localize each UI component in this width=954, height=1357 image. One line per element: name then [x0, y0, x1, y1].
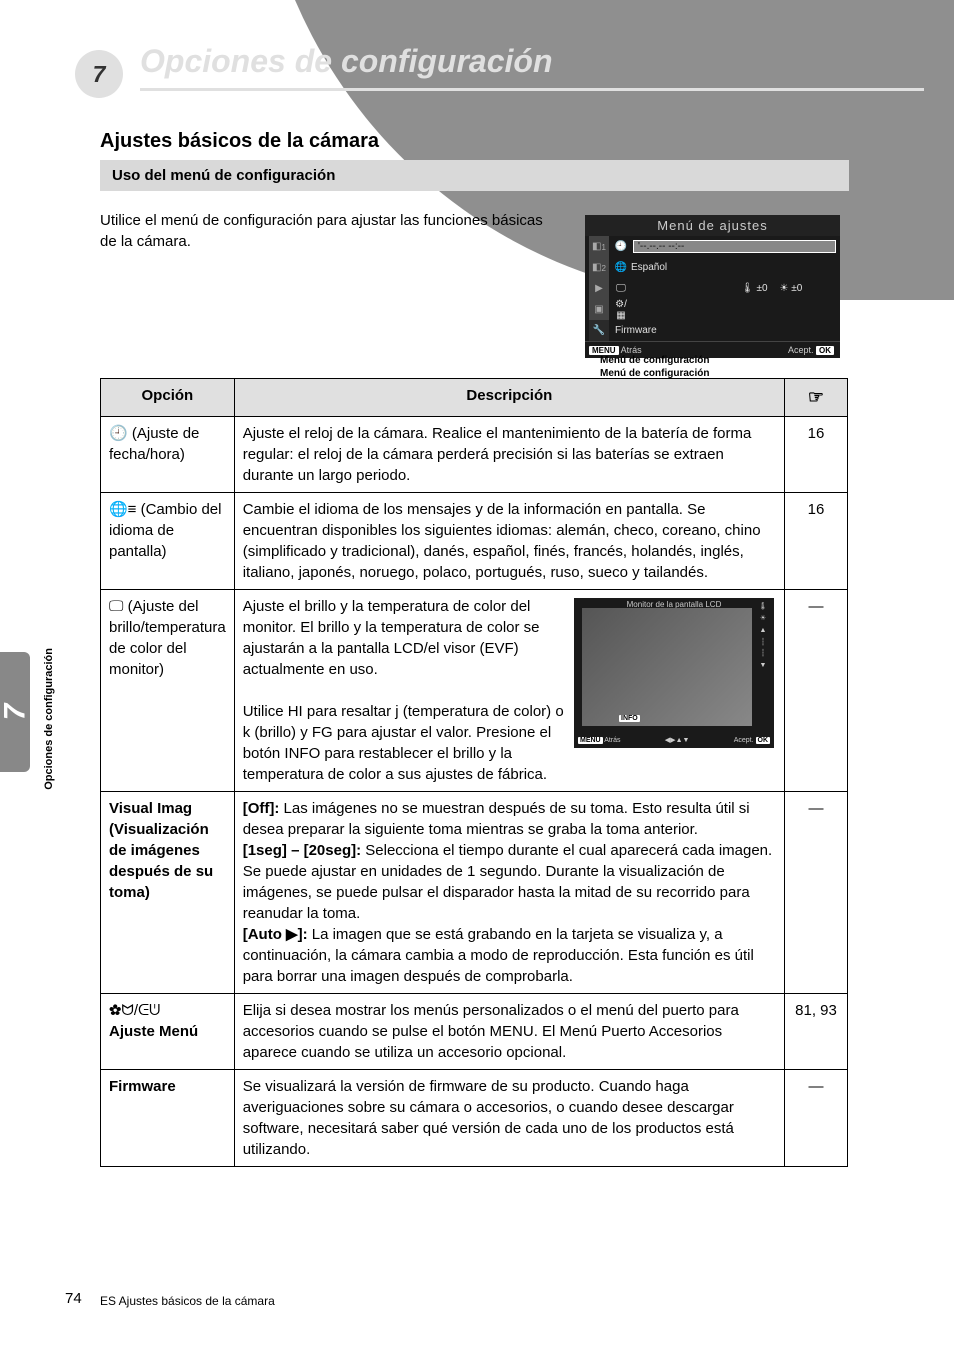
preview-image	[582, 608, 752, 726]
menu-tab-playback2: ▣	[589, 299, 609, 320]
menu-simulator: Menú de ajustes ◧1 🕘 '--.--.-- --:-- ◧2 …	[585, 215, 840, 358]
ok-tag-icon: OK	[756, 737, 771, 744]
row-monitor-desc: Monitor de la pantalla LCD 🌡 ☀ ▲┆┆▼ INFO…	[234, 590, 784, 792]
menu-row-monitor-left: 🌡 ±0	[741, 283, 768, 294]
row-lang-option: 🌐≡ (Cambio del idioma de pantalla)	[101, 493, 235, 590]
options-table: Opción Descripción ☞ 🕘 (Ajuste de fecha/…	[100, 378, 848, 1167]
side-chapter-label: Opciones de configuración	[43, 648, 55, 790]
menu-row-datetime: '--.--.-- --:--	[633, 240, 836, 253]
row-monitor-ref: —	[785, 590, 848, 792]
side-chapter-tab: 7	[0, 652, 30, 772]
desc-off: Las imágenes no se muestran después de s…	[243, 800, 750, 838]
dpad-arrows-icon: ◀▶▲▼	[665, 736, 690, 746]
info-tag-icon: INFO	[619, 715, 640, 722]
row-monitor-label: (Ajuste del brillo/temperatura de color …	[109, 598, 226, 678]
chapter-title: Opciones de configuración	[140, 43, 924, 91]
row-visual-desc: [Off]: Las imágenes no se muestran despu…	[234, 792, 784, 994]
table-row: 🌐≡ (Cambio del idioma de pantalla) Cambi…	[101, 493, 848, 590]
menu-tag-icon: MENU	[589, 346, 619, 355]
label-on: [1seg] – [20seg]:	[243, 842, 361, 859]
chapter-subtitle: Ajustes básicos de la cámara	[100, 130, 379, 153]
col-description-header: Descripción	[234, 379, 784, 417]
monitor-adjust-icon: 🖵	[611, 283, 631, 294]
table-row: Firmware Se visualizará la versión de fi…	[101, 1070, 848, 1167]
menu-row-language: Español	[631, 262, 836, 273]
table-row: ✿ᗢ/ᕮᕫ Ajuste Menú Elija si desea mostrar …	[101, 994, 848, 1070]
globe-menu-icon: 🌐≡	[109, 501, 136, 518]
row-visual-ref: —	[785, 792, 848, 994]
chapter-number: 7	[93, 61, 106, 88]
table-row: 🕘 (Ajuste de fecha/hora) Ajuste el reloj…	[101, 417, 848, 493]
row-clock-option: 🕘 (Ajuste de fecha/hora)	[101, 417, 235, 493]
menu-row-monitor-right: ☀ ±0	[780, 283, 803, 294]
row-clock-desc: Ajuste el reloj de la cámara. Realice el…	[234, 417, 784, 493]
row-visual-label: Visual Imag (Visualización de imágenes d…	[109, 800, 213, 901]
menu-tab-shoot1: ◧1	[589, 236, 609, 257]
table-row: 🖵 (Ajuste del brillo/temperatura de colo…	[101, 590, 848, 792]
menu-sim-title: Menú de ajustes	[585, 215, 840, 236]
ok-tag-icon: OK	[816, 346, 834, 355]
row-menuset-option: ✿ᗢ/ᕮᕫ Ajuste Menú	[101, 994, 235, 1070]
label-auto: [Auto ▶]:	[243, 926, 308, 943]
chapter-number-circle: 7	[75, 50, 123, 98]
preview-back: Atrás	[604, 737, 620, 744]
menu-row-firmware: Firmware	[611, 325, 836, 336]
section-heading-bar: Uso del menú de configuración	[100, 160, 849, 191]
monitor-preview: Monitor de la pantalla LCD 🌡 ☀ ▲┆┆▼ INFO…	[574, 598, 774, 748]
menu-caption-1: Menú de configuración	[600, 355, 709, 366]
row-menuset-ref: 81, 93	[785, 994, 848, 1070]
row-firmware-option: Firmware	[101, 1070, 235, 1167]
menu-k-value: ±0	[791, 283, 802, 294]
row-lang-ref: 16	[785, 493, 848, 590]
pointing-hand-icon: ☞	[808, 387, 824, 407]
row-firmware-label: Firmware	[109, 1078, 176, 1095]
preview-sidebar: 🌡 ☀ ▲┆┆▼	[754, 602, 772, 730]
row-monitor-desc-p1: Ajuste el brillo y la temperatura de col…	[243, 598, 540, 678]
row-menuset-desc: Elija si desea mostrar los menús persona…	[234, 994, 784, 1070]
row-firmware-desc: Se visualizará la versión de firmware de…	[234, 1070, 784, 1167]
menu-footer-back: Atrás	[621, 345, 642, 355]
footer-title: ES Ajustes básicos de la cámara	[100, 1294, 275, 1308]
menu-footer-accept: Acept.	[788, 345, 814, 355]
menu-tab-setup: 🔧	[589, 320, 609, 341]
monitor-adjust-icon: 🖵	[109, 598, 123, 615]
section-body: Utilice el menú de configuración para aj…	[100, 210, 560, 252]
col-option-header: Opción	[101, 379, 235, 417]
row-firmware-ref: —	[785, 1070, 848, 1167]
preview-accept: Acept.	[734, 737, 754, 744]
row-monitor-desc-p2: Utilice HI para resaltar j (temperatura …	[243, 703, 564, 783]
gears-menu-icon: ⚙/▦	[611, 299, 631, 321]
table-header-row: Opción Descripción ☞	[101, 379, 848, 417]
menu-tab-shoot2: ◧2	[589, 257, 609, 278]
desc-auto: La imagen que se está grabando en la tar…	[243, 926, 754, 985]
brightness-icon: ☀	[760, 614, 766, 624]
row-clock-ref: 16	[785, 417, 848, 493]
row-monitor-option: 🖵 (Ajuste del brillo/temperatura de colo…	[101, 590, 235, 792]
menu-tag-icon: MENU	[578, 737, 603, 744]
preview-footer: MENU Atrás ◀▶▲▼ Acept. OK	[578, 736, 770, 746]
table-row: Visual Imag (Visualización de imágenes d…	[101, 792, 848, 994]
clock-icon: 🕘	[611, 241, 631, 252]
label-off: [Off]:	[243, 800, 280, 817]
footer-page-number: 74	[65, 1290, 82, 1307]
menu-tab-play: ▶	[589, 278, 609, 299]
menu-j-value: ±0	[756, 283, 767, 294]
row-menuset-label: Ajuste Menú	[109, 1023, 198, 1040]
row-lang-desc: Cambie el idioma de los mensajes y de la…	[234, 493, 784, 590]
side-chapter-number: 7	[0, 704, 32, 721]
row-visual-option: Visual Imag (Visualización de imágenes d…	[101, 792, 235, 994]
col-ref-header: ☞	[785, 379, 848, 417]
thermometer-icon: 🌡	[759, 602, 768, 612]
gears-menu-icon: ✿ᗢ/ᕮᕫ	[109, 1002, 160, 1019]
globe-menu-icon: 🌐	[611, 262, 631, 273]
clock-icon: 🕘	[109, 425, 128, 442]
